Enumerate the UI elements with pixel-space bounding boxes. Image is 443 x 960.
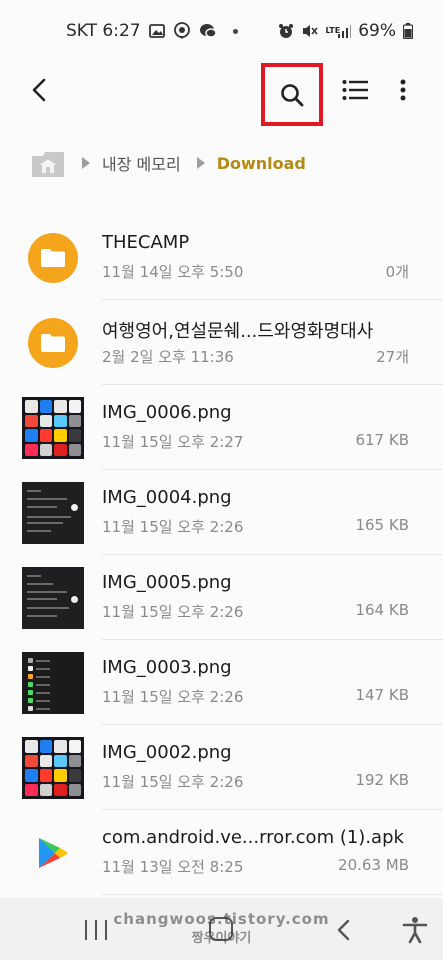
file-name: IMG_0004.png	[102, 487, 232, 508]
home-icon	[32, 152, 64, 177]
image-thumbnail	[22, 397, 84, 459]
list-item[interactable]: 여행영어,연설문쉐...드와영화명대사 2월 2일 오후 11:36 27개	[28, 300, 443, 385]
breadcrumb-chevron-icon	[196, 157, 205, 169]
notification-dot	[232, 28, 238, 34]
file-size: 0개	[385, 263, 409, 281]
folder-icon	[22, 312, 84, 374]
gallery-icon	[148, 24, 165, 38]
chat-bubble-icon	[199, 23, 217, 39]
list-view-icon	[342, 80, 368, 100]
alarm-icon	[278, 23, 294, 39]
image-thumbnail	[22, 482, 84, 544]
battery-percent: 69%	[358, 21, 396, 41]
file-date: 11월 14일 오후 5:50	[102, 263, 244, 281]
file-name: THECAMP	[102, 232, 190, 253]
list-item[interactable]: IMG_0003.png 11월 15일 오후 2:26 147 KB	[22, 640, 443, 725]
search-button[interactable]	[261, 63, 323, 126]
location-pin-icon	[173, 22, 191, 40]
image-thumbnail	[22, 652, 84, 714]
file-size: 192 KB	[355, 771, 409, 789]
file-name: 여행영어,연설문쉐...드와영화명대사	[102, 321, 374, 342]
file-size: 20.63 MB	[338, 856, 409, 874]
breadcrumb: 내장 메모리 Download	[30, 146, 306, 180]
watermark-url: changwoos.tistory.com	[113, 910, 330, 928]
file-name: IMG_0006.png	[102, 402, 232, 423]
image-thumbnail	[22, 567, 84, 629]
image-thumbnail	[22, 737, 84, 799]
breadcrumb-chevron-icon	[82, 157, 90, 169]
watermark: changwoos.tistory.com 짱우이야기	[0, 910, 443, 948]
battery-icon	[403, 23, 413, 39]
file-size: 147 KB	[355, 686, 409, 704]
file-date: 2월 2일 오후 11:36	[102, 348, 234, 366]
mute-icon	[301, 23, 319, 39]
back-arrow-icon	[32, 78, 46, 102]
more-vert-icon	[400, 79, 406, 101]
list-item[interactable]: THECAMP 11월 14일 오후 5:50 0개	[28, 215, 443, 300]
list-item[interactable]: IMG_0002.png 11월 15일 오후 2:26 192 KB	[22, 725, 443, 810]
file-name: IMG_0002.png	[102, 742, 232, 763]
breadcrumb-current[interactable]: Download	[217, 154, 306, 173]
toolbar	[0, 62, 443, 126]
file-date: 11월 15일 오후 2:26	[102, 518, 244, 536]
file-date: 11월 15일 오후 2:27	[102, 433, 244, 451]
list-item[interactable]: IMG_0005.png 11월 15일 오후 2:26 164 KB	[22, 555, 443, 640]
folder-icon	[22, 227, 84, 289]
file-date: 11월 13일 오전 8:25	[102, 858, 244, 876]
file-name: IMG_0003.png	[102, 657, 232, 678]
file-date: 11월 15일 오후 2:26	[102, 688, 244, 706]
carrier-time: SKT 6:27	[66, 21, 141, 41]
file-size: 164 KB	[355, 601, 409, 619]
search-icon	[281, 83, 304, 106]
file-size: 27개	[376, 348, 409, 366]
list-view-button[interactable]	[340, 74, 370, 106]
list-item[interactable]: com.android.ve...rror.com (1).apk 11월 13…	[39, 810, 443, 895]
more-options-button[interactable]	[390, 74, 416, 106]
play-store-icon	[22, 822, 84, 884]
file-date: 11월 15일 오후 2:26	[102, 603, 244, 621]
status-bar: SKT 6:27 LTE 69%	[0, 0, 443, 62]
back-button[interactable]	[24, 74, 54, 106]
file-list: THECAMP 11월 14일 오후 5:50 0개 여행영어,연설문쉐...드…	[0, 215, 443, 895]
list-item[interactable]: IMG_0004.png 11월 15일 오후 2:26 165 KB	[22, 470, 443, 555]
breadcrumb-home[interactable]	[30, 147, 66, 179]
breadcrumb-internal-storage[interactable]: 내장 메모리	[102, 151, 181, 175]
list-item[interactable]: IMG_0006.png 11월 15일 오후 2:27 617 KB	[22, 385, 443, 470]
watermark-blog-name: 짱우이야기	[191, 931, 252, 946]
file-size: 617 KB	[355, 431, 409, 449]
file-name: com.android.ve...rror.com (1).apk	[102, 827, 404, 848]
lte-signal-icon: LTE	[326, 24, 352, 38]
file-size: 165 KB	[355, 516, 409, 534]
file-name: IMG_0005.png	[102, 572, 232, 593]
file-date: 11월 15일 오후 2:26	[102, 773, 244, 791]
